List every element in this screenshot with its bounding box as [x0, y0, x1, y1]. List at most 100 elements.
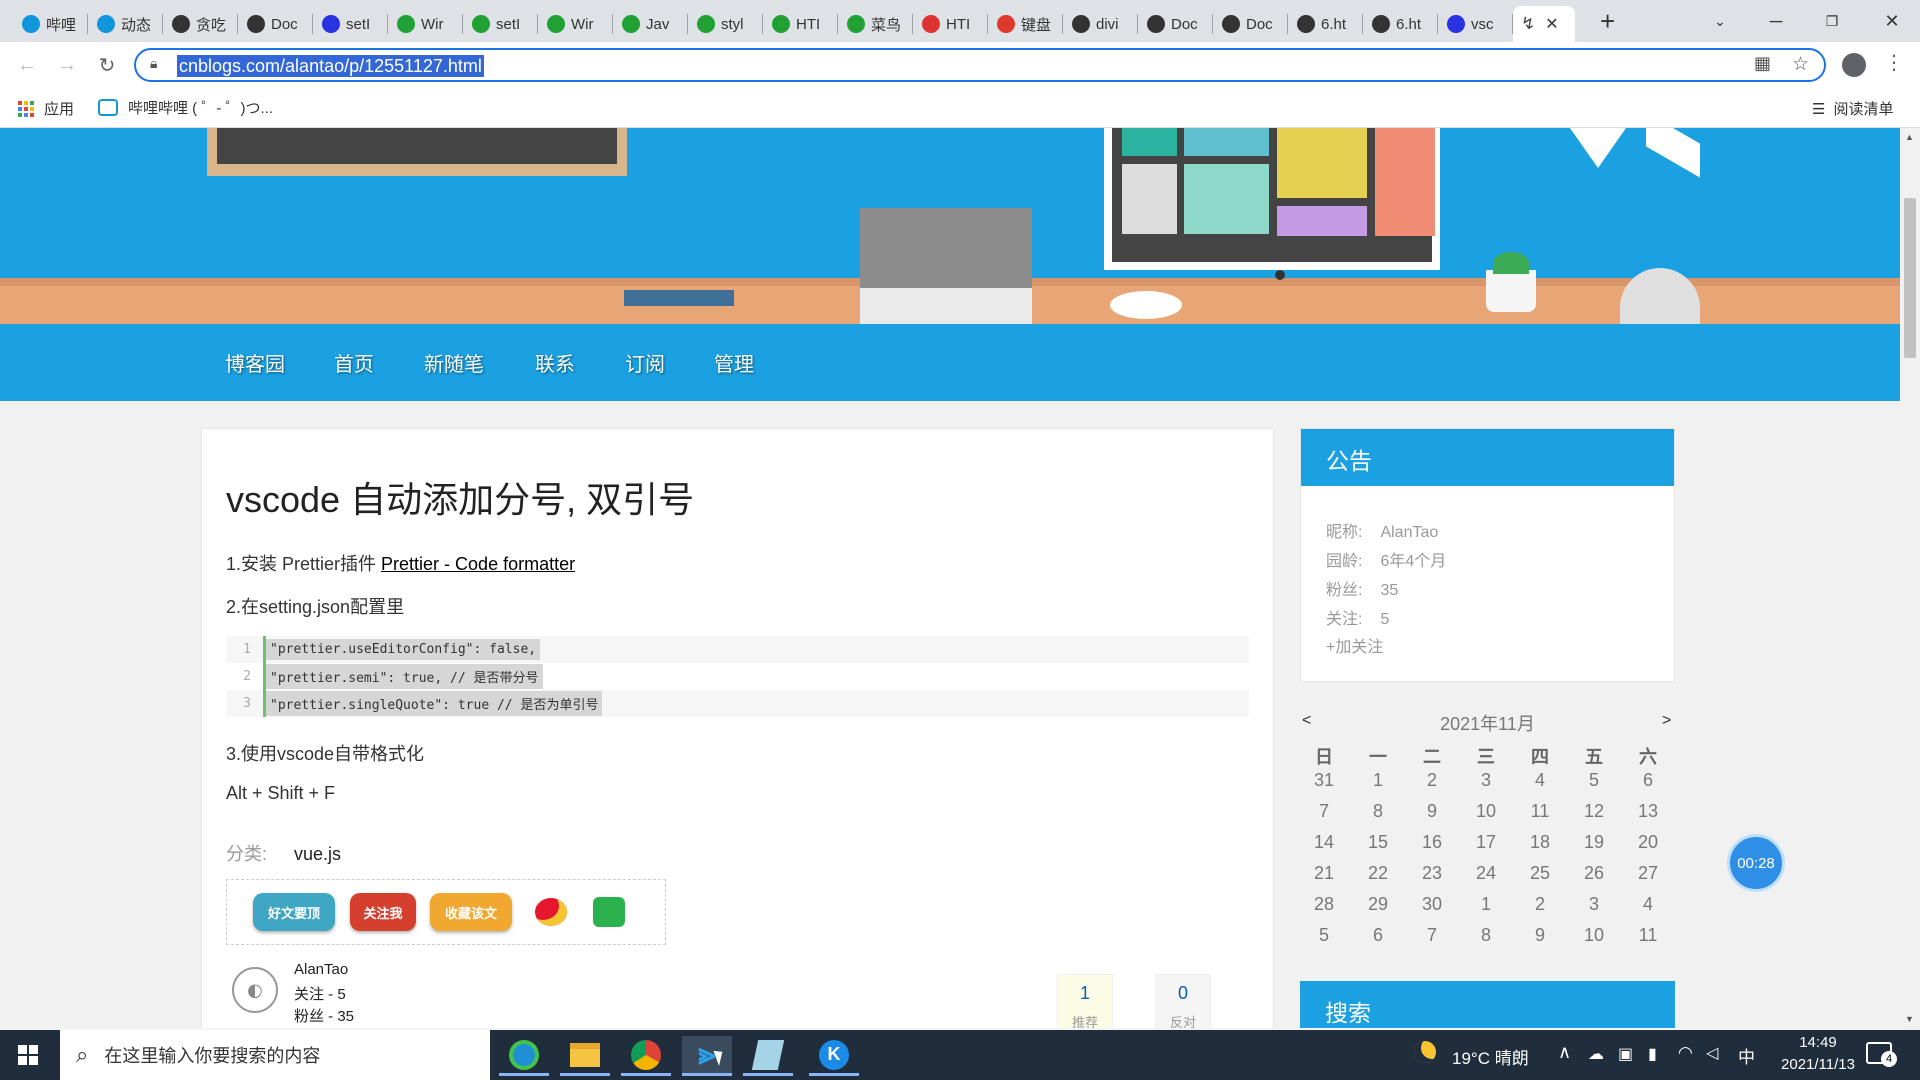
calendar-next-button[interactable]: > [1662, 712, 1671, 730]
calendar-day[interactable]: 31 [1297, 770, 1351, 791]
calendar-day[interactable]: 10 [1567, 925, 1621, 946]
close-window-button[interactable]: ✕ [1864, 0, 1920, 42]
scroll-down-arrow[interactable]: ▼ [1905, 1014, 1914, 1024]
browser-tab[interactable]: 哔哩 [14, 6, 86, 42]
calendar-day[interactable]: 16 [1405, 832, 1459, 853]
browser-tab[interactable]: styl [689, 6, 761, 42]
calendar-day[interactable]: 2 [1513, 894, 1567, 915]
category-link[interactable]: vue.js [294, 844, 341, 864]
weather-text[interactable]: 19°C 晴朗 [1452, 1044, 1529, 1069]
scrollbar-thumb[interactable] [1904, 198, 1916, 358]
minimize-button[interactable]: ─ [1748, 0, 1804, 42]
calendar-day[interactable]: 29 [1351, 894, 1405, 915]
address-bar[interactable]: 🔒︎ cnblogs.com/alantao/p/12551127.html ▦… [134, 48, 1826, 82]
weather-moon-icon[interactable] [1414, 1041, 1436, 1063]
edge-icon[interactable] [499, 1036, 549, 1076]
bookmark-star-icon[interactable]: ☆ [1792, 53, 1809, 76]
browser-tab[interactable]: 菜鸟 [839, 6, 911, 42]
nav-link[interactable]: 首页 [334, 348, 374, 377]
calendar-day[interactable]: 11 [1621, 925, 1675, 946]
author-avatar[interactable]: ◐ [232, 967, 278, 1013]
reading-list-bookmark[interactable]: ☰ 阅读清单 [1812, 98, 1893, 119]
calendar-day[interactable]: 20 [1621, 832, 1675, 853]
calendar-day[interactable]: 26 [1567, 863, 1621, 884]
calendar-day[interactable]: 28 [1297, 894, 1351, 915]
onedrive-icon[interactable]: ☁ [1588, 1044, 1604, 1064]
close-tab-icon[interactable]: ✕ [1545, 14, 1558, 34]
calendar-day[interactable]: 18 [1513, 832, 1567, 853]
calendar-day[interactable]: 8 [1459, 925, 1513, 946]
calendar-day[interactable]: 13 [1621, 801, 1675, 822]
code-text[interactable]: "prettier.singleQuote": true // 是否为单引号 [266, 691, 603, 716]
calendar-day[interactable]: 3 [1567, 894, 1621, 915]
restore-button[interactable]: ❐ [1804, 0, 1860, 42]
back-icon[interactable]: ← [12, 50, 42, 80]
browser-tab[interactable]: Wir [539, 6, 611, 42]
digg-button[interactable]: 1 推荐 [1057, 974, 1113, 1028]
share-button[interactable]: 关注我 [350, 893, 416, 931]
browser-tab[interactable]: 动态 [89, 6, 161, 42]
vscode-icon[interactable]: ⪢ [682, 1036, 732, 1076]
calendar-day[interactable]: 14 [1297, 832, 1351, 853]
browser-tab[interactable]: 6.ht [1364, 6, 1436, 42]
notice-value[interactable]: 5 [1380, 611, 1389, 628]
tray-chevron-icon[interactable]: ∧ [1558, 1042, 1571, 1063]
forward-icon[interactable]: → [52, 50, 82, 80]
browser-tab[interactable]: Doc [1214, 6, 1286, 42]
nav-link[interactable]: 管理 [714, 348, 754, 377]
calendar-day[interactable]: 9 [1513, 925, 1567, 946]
calendar-day[interactable]: 19 [1567, 832, 1621, 853]
windows-start-icon[interactable] [18, 1045, 38, 1065]
browser-tab[interactable]: 键盘 [989, 6, 1061, 42]
calendar-day[interactable]: 3 [1459, 770, 1513, 791]
calendar-day[interactable]: 6 [1621, 770, 1675, 791]
author-followers[interactable]: 粉丝 - 35 [294, 1005, 354, 1026]
ime-indicator[interactable]: 中 [1738, 1043, 1755, 1068]
calendar-day[interactable]: 23 [1405, 863, 1459, 884]
calendar-day[interactable]: 22 [1351, 863, 1405, 884]
k-app-icon[interactable]: K [809, 1036, 859, 1076]
page-scrollbar[interactable]: ▲ ▼ [1900, 128, 1920, 1030]
calendar-day[interactable]: 5 [1297, 925, 1351, 946]
author-following[interactable]: 关注 - 5 [294, 983, 346, 1004]
nav-link[interactable]: 博客园 [225, 348, 285, 377]
tab-active[interactable]: ↯ ✕ [1513, 6, 1575, 42]
calendar-day[interactable]: 10 [1459, 801, 1513, 822]
calendar-day[interactable]: 6 [1351, 925, 1405, 946]
taskbar-search-box[interactable]: ⌕ 在这里输入你要搜索的内容 [60, 1030, 490, 1080]
browser-tab[interactable]: HTI [914, 6, 986, 42]
calendar-day[interactable]: 7 [1297, 801, 1351, 822]
notepad-app-icon[interactable] [743, 1036, 793, 1076]
new-tab-button[interactable]: + [1600, 6, 1615, 37]
notice-value[interactable]: 35 [1380, 582, 1398, 599]
wechat-icon[interactable] [593, 897, 625, 927]
calendar-day[interactable]: 30 [1405, 894, 1459, 915]
share-button[interactable]: 好文要顶 [253, 893, 335, 931]
chrome-icon[interactable] [621, 1036, 671, 1076]
calendar-day[interactable]: 7 [1405, 925, 1459, 946]
calendar-day[interactable]: 8 [1351, 801, 1405, 822]
browser-tab[interactable]: divi [1064, 6, 1136, 42]
calendar-day[interactable]: 4 [1621, 894, 1675, 915]
nav-link[interactable]: 新随笔 [424, 348, 484, 377]
tab-search-icon[interactable]: ⌄ [1692, 0, 1748, 42]
clock-date[interactable]: 2021/11/13 [1766, 1056, 1870, 1073]
calendar-day[interactable]: 4 [1513, 770, 1567, 791]
calendar-day[interactable]: 17 [1459, 832, 1513, 853]
calendar-day[interactable]: 15 [1351, 832, 1405, 853]
reload-icon[interactable]: ↻ [92, 50, 122, 80]
browser-tab[interactable]: Jav [614, 6, 686, 42]
browser-tab[interactable]: HTI [764, 6, 836, 42]
browser-tab[interactable]: vsc [1439, 6, 1511, 42]
scroll-up-arrow[interactable]: ▲ [1905, 132, 1914, 142]
tray-app-icon[interactable]: ▣ [1618, 1044, 1633, 1064]
calendar-day[interactable]: 1 [1459, 894, 1513, 915]
browser-tab[interactable]: 贪吃 [164, 6, 236, 42]
url-text[interactable]: cnblogs.com/alantao/p/12551127.html [177, 55, 484, 77]
calendar-day[interactable]: 25 [1513, 863, 1567, 884]
timer-badge[interactable]: 00:28 [1727, 834, 1785, 892]
weibo-icon[interactable] [535, 898, 567, 926]
browser-tab[interactable]: 6.ht [1289, 6, 1361, 42]
code-text[interactable]: "prettier.semi": true, // 是否带分号 [266, 664, 543, 689]
battery-icon[interactable]: ▮ [1648, 1044, 1657, 1064]
